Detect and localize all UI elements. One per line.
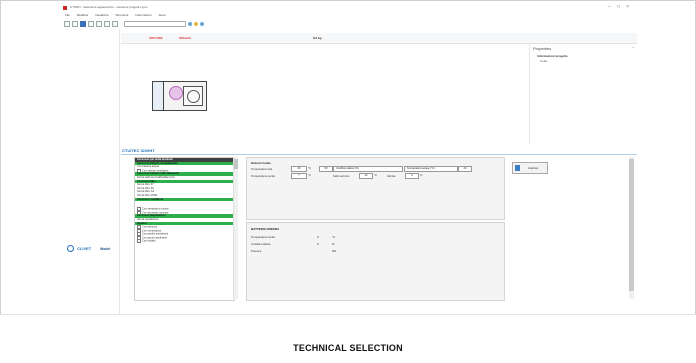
unit-intake <box>153 82 164 110</box>
menu-file[interactable]: File <box>65 13 70 19</box>
menu-view[interactable]: Visualizza <box>95 13 108 19</box>
rh-dropdown[interactable]: Umidità relativa (%) <box>333 166 403 172</box>
logo-icon <box>67 245 74 252</box>
water-out-label: Temperatura uscita <box>251 174 275 178</box>
coil-row2-label: Umidità relativa <box>251 242 271 246</box>
air-in-field[interactable]: 26 <box>291 166 307 172</box>
save-icon[interactable] <box>80 21 86 27</box>
coil-row3-label: Potenza <box>251 249 262 253</box>
delta-label: Salto termico <box>333 174 350 178</box>
menu-info[interactable]: Informazioni <box>135 13 151 19</box>
properties-title: Properties <box>533 46 552 51</box>
app-icon <box>63 6 67 10</box>
input-heading: Batteria fredda <box>251 161 271 165</box>
print-icon[interactable] <box>88 21 94 27</box>
copy-icon[interactable] <box>112 21 118 27</box>
menu-edit[interactable]: Modifica <box>77 13 88 19</box>
logo-model: Model <box>100 246 111 251</box>
coil-row2-unit: % <box>332 242 335 246</box>
window-title: CYPRO - Selezione apparecchio - Gestione… <box>70 5 148 9</box>
unit-diagram <box>121 44 529 144</box>
calculate-button[interactable]: Calcola <box>512 162 548 174</box>
unit-tabs: CRV13D3 500mc/h 8.0 kg <box>121 33 637 44</box>
caption-divider <box>0 314 696 315</box>
project-combo[interactable] <box>124 21 186 27</box>
section-title: CTU/TEC 3220HT <box>122 148 155 153</box>
main-scroll-thumb[interactable] <box>629 159 634 291</box>
window-controls[interactable]: –□× <box>608 4 635 10</box>
brand-logo: CLIVET Model <box>67 245 110 252</box>
main-scrollbar[interactable] <box>629 157 634 299</box>
coil-row1-unit: °C <box>332 235 336 239</box>
menu-help[interactable]: Aiuto <box>159 13 166 19</box>
open-icon[interactable] <box>72 21 78 27</box>
section-divider <box>121 154 637 155</box>
accessories-scrollbar[interactable] <box>233 157 238 299</box>
water-field[interactable]: 20 <box>458 166 472 172</box>
tab-model[interactable]: CRV13D3 <box>149 36 162 40</box>
scroll-thumb[interactable] <box>234 159 238 169</box>
tab-airflow[interactable]: 500mc/h <box>179 36 191 40</box>
calculate-label: Calcola <box>528 166 539 170</box>
folder-icon[interactable] <box>194 22 198 26</box>
glycol-label: Glicole <box>387 174 396 178</box>
tab-weight[interactable]: 8.0 kg <box>313 36 322 40</box>
fan-icon <box>187 90 200 103</box>
accessory-item[interactable]: Con imballo <box>135 239 234 243</box>
title-bar: CYPRO - Selezione apparecchio - Gestione… <box>63 4 635 13</box>
input-panel: Batteria fredda Temperatura aria 26 °C 5… <box>246 157 505 220</box>
fan-section <box>183 86 203 106</box>
coil-row1-value: 0 <box>317 235 319 239</box>
undo-icon[interactable] <box>96 21 102 27</box>
left-panel <box>63 29 120 314</box>
menu-tools[interactable]: Strumenti <box>115 13 128 19</box>
air-in-unit: °C <box>308 167 311 170</box>
properties-item-project[interactable]: Informazioni progetto <box>537 54 568 58</box>
accessories-list[interactable]: Accessori per unità terminali Accessori b… <box>134 157 235 301</box>
coil-results: BATTERIA FREDDA Temperatura uscita 0 °C … <box>246 222 505 301</box>
coil-row1-label: Temperatura uscita <box>251 235 275 239</box>
new-icon[interactable] <box>64 21 70 27</box>
redo-icon[interactable] <box>104 21 110 27</box>
properties-item-unit[interactable]: Unità <box>540 59 547 63</box>
coil-row2-value: 0 <box>317 242 319 246</box>
unit-drawing[interactable] <box>152 81 207 111</box>
glycol-field[interactable]: 0 <box>405 173 419 179</box>
water-out-unit: °C <box>308 174 311 177</box>
properties-panel: Properties ⌃ Informazioni progetto Unità <box>529 44 638 144</box>
air-in-label: Temperatura aria <box>251 167 273 171</box>
rh-field[interactable]: 50 <box>319 166 333 172</box>
logo-brand: CLIVET <box>77 246 92 251</box>
globe-icon[interactable] <box>188 22 192 26</box>
calculator-icon <box>515 165 520 171</box>
app-window: CYPRO - Selezione apparecchio - Gestione… <box>0 0 696 315</box>
menu-bar: File Modifica Visualizza Strumenti Infor… <box>65 13 265 19</box>
toolbar <box>64 20 264 28</box>
delta-unit: °C <box>374 174 377 177</box>
coil-icon <box>169 86 183 100</box>
caption: TECHNICAL SELECTION <box>293 343 403 353</box>
water-dropdown[interactable]: Temperatura acqua (°C) <box>404 166 458 172</box>
coil-title: BATTERIA FREDDA <box>251 227 280 231</box>
water-out-field[interactable]: 7 <box>291 173 307 179</box>
chevron-up-icon[interactable]: ⌃ <box>632 46 635 51</box>
glycol-unit: % <box>420 174 423 177</box>
delta-field[interactable]: 12 <box>359 173 373 179</box>
settings-icon[interactable] <box>200 22 204 26</box>
coil-row3-unit: kW <box>332 249 337 253</box>
